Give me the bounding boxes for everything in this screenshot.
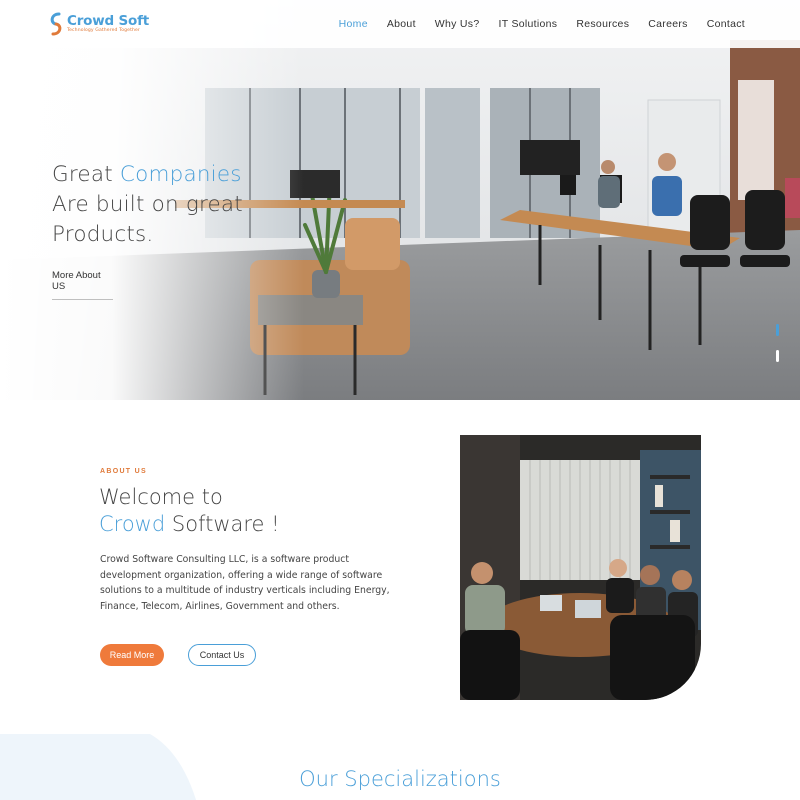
about-title: Welcome to Crowd Software ! (99, 484, 280, 538)
about-description: Crowd Software Consulting LLC, is a soft… (100, 554, 390, 612)
nav-item-home[interactable]: Home (339, 18, 368, 30)
contact-us-button[interactable]: Contact Us (188, 644, 256, 666)
nav-item-contact[interactable]: Contact (707, 18, 745, 30)
brand-tagline: Technology Gathered Together (67, 28, 140, 33)
about-title-line-1: Welcome to (99, 485, 223, 509)
nav-item-why-us[interactable]: Why Us? (435, 18, 480, 30)
nav-item-resources[interactable]: Resources (576, 18, 629, 30)
hero-line-1a: Great (52, 162, 120, 187)
brand-logo[interactable]: Crowd Soft Technology Gathered Together (47, 9, 149, 39)
meeting-room-image (460, 435, 701, 700)
hero-slider-dots (776, 324, 780, 376)
top-navigation: Crowd Soft Technology Gathered Together … (0, 0, 800, 48)
more-about-us-link[interactable]: More About US (52, 270, 113, 300)
nav-item-about[interactable]: About (387, 18, 416, 30)
about-eyebrow: ABOUT US (100, 468, 147, 475)
hero-line-1b: Companies (119, 162, 242, 187)
nav-item-careers[interactable]: Careers (648, 18, 687, 30)
nav-item-it-solutions[interactable]: IT Solutions (499, 18, 558, 30)
hero-section: Great Companies Are built on great Produ… (0, 0, 800, 400)
slider-dot-1[interactable] (776, 324, 779, 336)
specializations-title: Our Specializations (299, 767, 501, 791)
hero-line-3: Products. (52, 222, 154, 247)
brand-name: Crowd Soft (67, 13, 149, 29)
read-more-button[interactable]: Read More (100, 644, 164, 666)
slider-dot-2[interactable] (776, 350, 779, 362)
crowd-soft-logo-icon (50, 12, 62, 36)
about-title-rest: Software ! (165, 512, 280, 536)
main-menu: Home About Why Us? IT Solutions Resource… (320, 18, 745, 30)
hero-headline: Great Companies Are built on great Produ… (52, 160, 243, 250)
hero-line-2: Are built on great (52, 192, 243, 217)
about-title-accent: Crowd (99, 512, 166, 536)
